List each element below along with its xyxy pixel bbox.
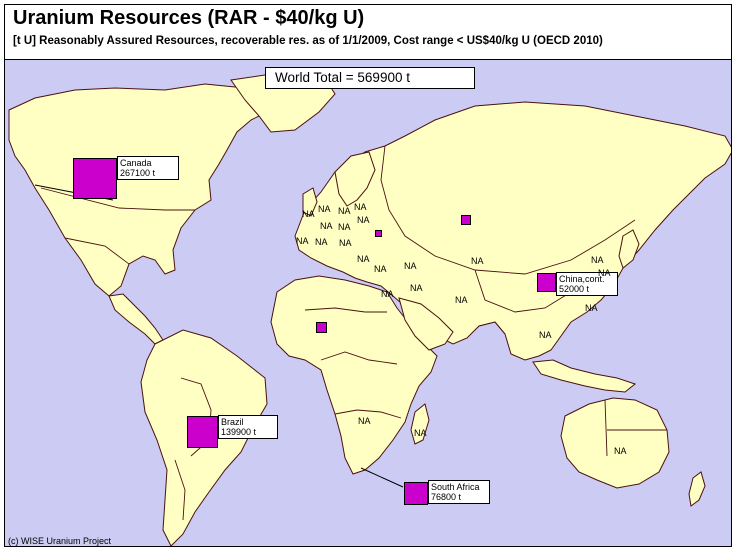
na-label: NA <box>414 428 427 438</box>
na-label: NA <box>471 256 484 266</box>
na-label: NA <box>338 222 351 232</box>
kazakhstan-marker <box>461 215 471 225</box>
madagascar-landmass <box>410 403 430 445</box>
na-label: NA <box>318 204 331 214</box>
south-africa-marker <box>404 482 428 505</box>
central-america-landmass <box>108 293 164 345</box>
indonesia-landmass <box>532 359 637 393</box>
canada-name: Canada <box>120 158 152 168</box>
na-label: NA <box>455 295 468 305</box>
niger-marker <box>316 322 327 333</box>
na-label: NA <box>381 289 394 299</box>
brazil-value: 139900 t <box>221 427 257 437</box>
na-label: NA <box>374 264 387 274</box>
south-africa-callout: South Africa 76800 t <box>428 480 490 504</box>
canada-callout: Canada 267100 t <box>117 156 179 180</box>
ukraine-marker <box>375 230 382 237</box>
continents-layer <box>8 71 731 546</box>
brazil-marker <box>187 416 218 448</box>
na-label: NA <box>302 209 315 219</box>
na-label: NA <box>354 202 367 212</box>
world-total-box: World Total = 569900 t <box>265 67 475 89</box>
na-label: NA <box>357 254 370 264</box>
china-marker <box>537 273 556 292</box>
na-label: NA <box>598 268 611 278</box>
map-subtitle: [t U] Reasonably Assured Resources, reco… <box>13 35 603 47</box>
na-label: NA <box>539 330 552 340</box>
na-label: NA <box>404 261 417 271</box>
na-label: NA <box>315 237 328 247</box>
na-label: NA <box>410 283 423 293</box>
map-title: Uranium Resources (RAR - $40/kg U) <box>13 7 365 29</box>
na-label: NA <box>338 206 351 216</box>
na-label: NA <box>614 446 627 456</box>
na-label: NA <box>320 221 333 231</box>
na-label: NA <box>357 215 370 225</box>
copyright-credit: (c) WISE Uranium Project <box>8 536 112 546</box>
south-africa-leader-line <box>360 467 404 488</box>
map-figure: Uranium Resources (RAR - $40/kg U) [t U]… <box>0 0 740 551</box>
na-label: NA <box>358 416 371 426</box>
brazil-callout: Brazil 139900 t <box>218 415 278 439</box>
na-label: NA <box>591 255 604 265</box>
canada-value: 267100 t <box>120 168 156 178</box>
china-value: 52000 t <box>559 284 590 294</box>
na-label: NA <box>339 238 352 248</box>
south-africa-name: South Africa <box>431 482 480 492</box>
brazil-name: Brazil <box>221 417 244 427</box>
na-label: NA <box>296 236 309 246</box>
canada-marker <box>73 158 117 199</box>
new-zealand-landmass <box>688 471 706 507</box>
australia-landmass <box>560 397 670 489</box>
map-header: Uranium Resources (RAR - $40/kg U) [t U]… <box>4 4 732 60</box>
world-map <box>4 59 732 547</box>
south-africa-value: 76800 t <box>431 492 462 502</box>
na-label: NA <box>585 303 598 313</box>
